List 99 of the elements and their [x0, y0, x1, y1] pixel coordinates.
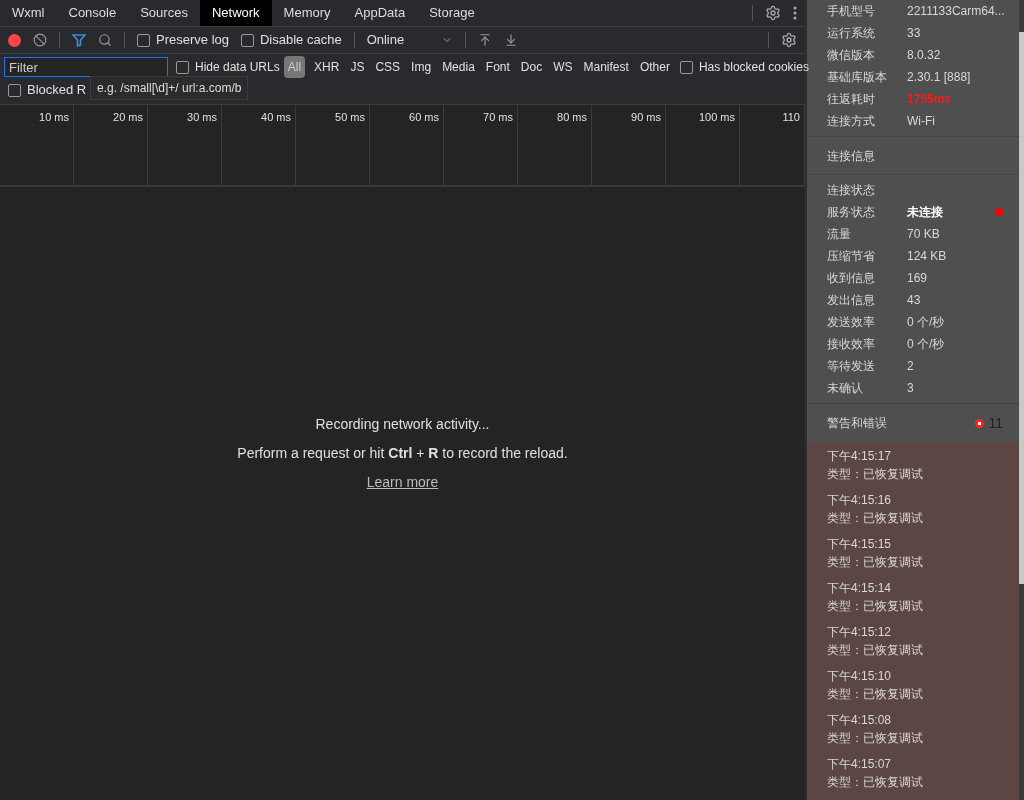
type-filter[interactable]: Other — [637, 58, 672, 76]
time-tick: 100 ms — [698, 110, 735, 125]
log-time: 下午4:15:08 — [827, 712, 893, 728]
stat-label: 收到信息 — [827, 270, 876, 287]
stat-label: 等待发送 — [827, 358, 876, 375]
section-title: 警告和错误 — [827, 415, 887, 432]
type-filter[interactable]: XHR — [312, 58, 342, 76]
upload-icon[interactable] — [477, 33, 492, 47]
type-filter[interactable]: Media — [440, 58, 477, 76]
time-tick: 60 ms — [409, 110, 439, 125]
settings-icon[interactable] — [765, 5, 781, 21]
time-tick: 90 ms — [631, 110, 661, 125]
checkbox-option[interactable]: Has blocked cookies — [679, 58, 809, 76]
stat-label: 压缩节省 — [827, 248, 876, 265]
stat-label: 未确认 — [827, 380, 864, 397]
info-value: 2211133Carm64... — [907, 3, 1005, 20]
log-time: 下午4:15:16 — [827, 492, 893, 508]
stat-value: 169 — [907, 270, 928, 287]
stat-value: 124 KB — [907, 248, 947, 265]
stat-label: 流量 — [827, 226, 852, 243]
type-filter[interactable]: CSS — [373, 58, 403, 76]
stat-value: 70 KB — [907, 226, 940, 243]
stat-value: 0 个/秒 — [907, 314, 945, 331]
stat-value: 3 — [907, 380, 914, 397]
section-title: 连接信息 — [827, 147, 875, 165]
stat-label: 发送效率 — [827, 314, 876, 331]
checkbox-option[interactable]: Preserve log — [137, 30, 229, 50]
info-label: 连接方式 — [827, 113, 876, 130]
log-time: 下午4:15:14 — [827, 580, 893, 596]
type-filter[interactable]: JS — [348, 58, 367, 76]
scrollbar-thumb[interactable] — [1019, 32, 1024, 584]
stat-value: 2 — [907, 358, 914, 375]
learn-more-link[interactable]: Learn more — [366, 472, 439, 493]
clear-icon[interactable] — [33, 33, 47, 47]
filter-field[interactable]: Filter — [4, 57, 168, 77]
settings-icon[interactable] — [781, 32, 797, 48]
log-type: 类型：已恢复调试 — [827, 510, 924, 526]
log-time: 下午4:15:10 — [827, 668, 893, 684]
tab[interactable]: Wxml — [0, 0, 57, 26]
info-value: 1755ms — [907, 91, 952, 108]
time-tick: 70 ms — [483, 110, 513, 125]
info-value: 8.0.32 — [907, 47, 941, 64]
time-tick: 40 ms — [261, 110, 291, 125]
log-time: 下午4:15:07 — [827, 756, 893, 772]
stat-value: 未连接 — [907, 204, 943, 221]
info-label: 微信版本 — [827, 47, 876, 64]
type-filter[interactable]: Font — [483, 58, 512, 76]
time-tick: 80 ms — [557, 110, 587, 125]
type-filter[interactable]: Manifest — [581, 58, 631, 76]
time-tick: 10 ms — [39, 110, 69, 125]
info-value: 33 — [907, 25, 921, 42]
time-tick: 50 ms — [335, 110, 365, 125]
type-filter[interactable]: Doc — [518, 58, 545, 76]
record-button[interactable] — [8, 33, 21, 47]
info-label: 往返耗时 — [827, 91, 876, 108]
tab[interactable]: Network — [199, 0, 272, 26]
time-tick: 30 ms — [187, 110, 217, 125]
log-time: 下午4:15:17 — [827, 448, 893, 464]
checkbox-option[interactable]: Hide data URLs — [176, 58, 280, 76]
stat-value: 0 个/秒 — [907, 336, 945, 353]
info-value: 2.30.1 [888] — [907, 69, 971, 86]
tab[interactable]: Memory — [271, 0, 343, 26]
filter-icon[interactable] — [72, 33, 86, 47]
reload-hint: Perform a request or hit Ctrl + R to record the reload. — [237, 444, 568, 463]
more-icon[interactable] — [793, 6, 797, 20]
tab[interactable]: AppData — [342, 0, 418, 26]
tab[interactable]: Storage — [417, 0, 487, 26]
info-label: 手机型号 — [827, 3, 876, 20]
tab[interactable]: Console — [56, 0, 129, 26]
stat-label: 服务状态 — [827, 204, 876, 221]
type-filter[interactable]: Img — [409, 58, 434, 76]
recording-message: Recording network activity... — [315, 415, 490, 434]
log-type: 类型：已恢复调试 — [827, 466, 924, 482]
checkbox-option[interactable]: Disable cache — [241, 30, 342, 50]
error-icon — [975, 418, 985, 428]
stat-value: 43 — [907, 292, 921, 309]
tooltip: e.g. /small[\d]+/ url:a.com/b — [90, 76, 249, 100]
log-time: 下午4:15:12 — [827, 624, 893, 640]
checkbox-option[interactable]: Blocked R — [8, 80, 87, 100]
log-type: 类型：已恢复调试 — [827, 686, 924, 702]
type-filter[interactable]: WS — [551, 58, 575, 76]
log-type: 类型：已恢复调试 — [827, 774, 924, 790]
throttling-select[interactable]: Online — [366, 30, 437, 50]
log-type: 类型：已恢复调试 — [827, 642, 924, 658]
tab[interactable]: Sources — [128, 0, 200, 26]
stat-label: 接收效率 — [827, 336, 876, 353]
time-tick: 20 ms — [113, 110, 143, 125]
section-title: 连接状态 — [827, 182, 875, 199]
search-icon[interactable] — [98, 33, 112, 47]
info-value: Wi-Fi — [907, 113, 935, 130]
log-type: 类型：已恢复调试 — [827, 554, 924, 570]
info-label: 基础库版本 — [827, 69, 888, 86]
time-tick: 110 — [782, 110, 800, 125]
log-type: 类型：已恢复调试 — [827, 598, 924, 614]
log-type: 类型：已恢复调试 — [827, 730, 924, 746]
stat-label: 发出信息 — [827, 292, 876, 309]
download-icon[interactable] — [503, 33, 518, 47]
info-label: 运行系统 — [827, 25, 876, 42]
log-time: 下午4:15:15 — [827, 536, 893, 552]
